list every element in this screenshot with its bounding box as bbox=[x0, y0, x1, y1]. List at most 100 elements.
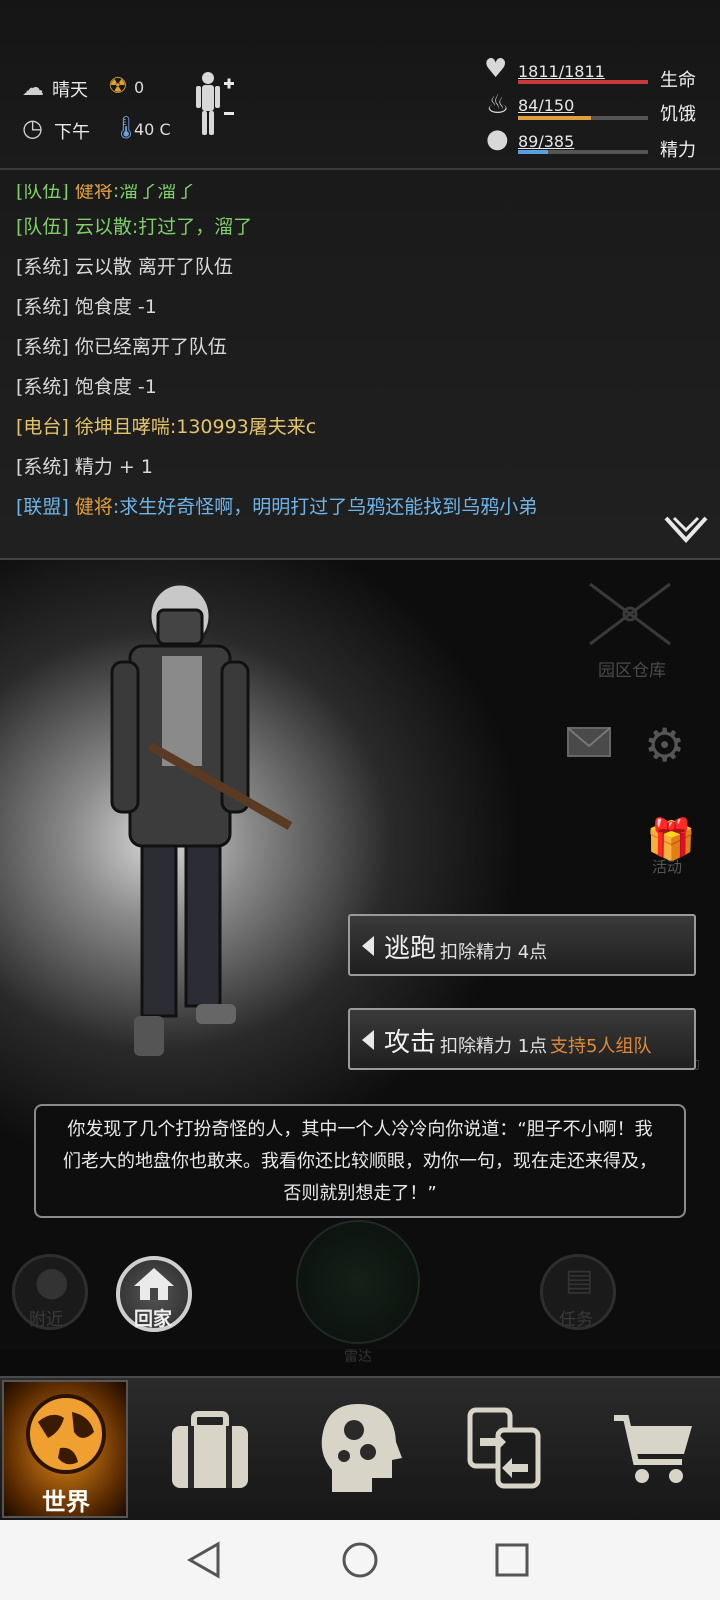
nav-trade[interactable] bbox=[466, 1404, 542, 1490]
clock-icon: ◷ bbox=[22, 114, 43, 142]
back-icon[interactable] bbox=[186, 1540, 222, 1580]
energy-bar bbox=[518, 150, 648, 154]
chat-message: [联盟] 健将:求生好奇怪啊，明明打过了乌鸦还能找到乌鸦小弟 bbox=[16, 492, 537, 519]
escape-title: 逃跑 bbox=[384, 934, 437, 964]
chat-text: 饱食度 -1 bbox=[74, 296, 157, 318]
chat-channel: [联盟] bbox=[16, 496, 69, 518]
settings-button[interactable]: ⚙ bbox=[644, 720, 694, 770]
health-value: 1811/1811 bbox=[518, 62, 605, 81]
hunger-bar-fill bbox=[518, 116, 591, 120]
hunger-label: 饥饿 bbox=[660, 104, 696, 125]
escape-button[interactable]: 逃跑 扣除精力 4点 bbox=[348, 914, 696, 976]
heart-icon: ♥ bbox=[484, 54, 508, 84]
nearby-label: 附近 bbox=[29, 1310, 63, 1330]
attack-title: 攻击 bbox=[384, 1028, 437, 1058]
attack-cost: 扣除精力 1点 bbox=[440, 1036, 548, 1057]
body-status-button[interactable] bbox=[194, 68, 244, 140]
energy-label: 精力 bbox=[660, 140, 696, 161]
chat-sender[interactable]: 徐坤且哮喘 bbox=[75, 416, 170, 438]
home-button[interactable]: 回家 bbox=[116, 1256, 192, 1332]
task-button[interactable]: ▤ 任务 bbox=[540, 1254, 616, 1330]
chat-text: :溜了溜了 bbox=[112, 180, 196, 202]
event-button[interactable]: 🎁 活动 bbox=[646, 816, 696, 880]
nearby-button[interactable]: ⬤ 附近 bbox=[12, 1254, 88, 1330]
chat-channel: [系统] bbox=[16, 456, 69, 478]
attack-team-note: 支持5人组队 bbox=[550, 1036, 652, 1057]
nav-world[interactable]: 世界 bbox=[2, 1380, 128, 1518]
dialog-line: 们老大的地盘你也敢来。我看你还比较顺眼，劝你一句，现在走还来得及， bbox=[63, 1151, 657, 1172]
cart-icon bbox=[614, 1415, 692, 1483]
chat-text: 你已经离开了队伍 bbox=[74, 336, 227, 358]
health-label: 生命 bbox=[660, 70, 696, 91]
chat-log[interactable]: [队伍] 健将:溜了溜了 [队伍] 云以散:打过了，溜了 [系统] 云以散 离开了队伍 [系… bbox=[0, 170, 720, 560]
health-bar bbox=[518, 80, 648, 84]
chat-channel: [系统] bbox=[16, 256, 69, 278]
chat-message: [队伍] 健将:溜了溜了 bbox=[16, 180, 196, 203]
radar-button[interactable]: 雷达 bbox=[296, 1220, 420, 1365]
chat-channel: [系统] bbox=[16, 296, 69, 318]
globe-icon bbox=[26, 1394, 106, 1474]
chat-sender[interactable]: 健将 bbox=[75, 184, 113, 202]
chat-channel: [队伍] bbox=[16, 180, 69, 202]
nav-backpack[interactable] bbox=[168, 1408, 252, 1492]
bottom-nav: 世界 bbox=[0, 1376, 720, 1522]
chat-message: [电台] 徐坤且哮喘:130993屠夫来c bbox=[16, 412, 316, 439]
mail-button[interactable] bbox=[566, 724, 612, 760]
warehouse-label: 园区仓库 bbox=[598, 661, 666, 681]
event-dialog: 你发现了几个打扮奇怪的人，其中一个人冷冷向你说道：“胆子不小啊！我 们老大的地盘… bbox=[34, 1104, 686, 1218]
temperature-value: 40 C bbox=[134, 120, 171, 139]
chat-text: :打过了，溜了 bbox=[131, 216, 253, 238]
chat-text: :求生好奇怪啊，明明打过了乌鸦还能找到乌鸦小弟 bbox=[112, 496, 538, 518]
task-label: 任务 bbox=[559, 1310, 593, 1330]
chat-channel: [系统] bbox=[16, 376, 69, 398]
task-list-icon: ▤ bbox=[565, 1263, 594, 1298]
system-navigation-bar bbox=[0, 1520, 720, 1600]
weather-icon: ☁ bbox=[22, 76, 44, 101]
energy-value: 89/385 bbox=[518, 132, 575, 151]
radiation-value: 0 bbox=[134, 78, 145, 97]
chat-text: 云以散 离开了队伍 bbox=[74, 256, 233, 278]
chat-message: [系统] 云以散 离开了队伍 bbox=[16, 252, 233, 279]
home-circle-icon[interactable] bbox=[340, 1540, 380, 1580]
chat-sender[interactable]: 云以散 bbox=[75, 216, 132, 238]
chevron-down-icon bbox=[664, 516, 708, 543]
escape-cost: 扣除精力 4点 bbox=[440, 942, 548, 963]
chat-message: [系统] 你已经离开了队伍 bbox=[16, 332, 227, 359]
chat-channel: [队伍] bbox=[16, 216, 69, 238]
energy-bar-fill bbox=[518, 150, 548, 154]
head-gears-icon bbox=[321, 1404, 402, 1492]
collapse-chat-button[interactable] bbox=[664, 514, 708, 544]
exchange-icon bbox=[467, 1407, 541, 1489]
radar-label: 雷达 bbox=[344, 1349, 372, 1365]
dialog-line: 你发现了几个打扮奇怪的人，其中一个人冷冷向你说道：“胆子不小啊！我 bbox=[67, 1119, 653, 1140]
nav-shop[interactable] bbox=[612, 1412, 696, 1488]
survivor-character bbox=[110, 582, 293, 1056]
nav-skills[interactable] bbox=[318, 1400, 402, 1496]
chat-channel: [电台] bbox=[16, 416, 69, 438]
hunger-value: 84/150 bbox=[518, 96, 575, 115]
gear-icon: ⚙ bbox=[644, 718, 686, 772]
chat-message: [系统] 饱食度 -1 bbox=[16, 372, 157, 399]
chat-text: 精力 + 1 bbox=[74, 456, 153, 478]
backpack-icon bbox=[172, 1411, 248, 1488]
chat-message: [系统] 饱食度 -1 bbox=[16, 292, 157, 319]
attack-button[interactable]: 攻击 扣除精力 1点 支持5人组队 bbox=[348, 1008, 696, 1070]
status-bar: ☁ 晴天 ☢ 0 ◷ 下午 🌡 40 C ♥ 1811/1811 生命 ♨ 84… bbox=[0, 0, 720, 170]
hunger-bar bbox=[518, 116, 648, 120]
chat-sender[interactable]: 健将 bbox=[75, 496, 113, 518]
chat-message: [系统] 精力 + 1 bbox=[16, 452, 153, 479]
chat-message: [队伍] 云以散:打过了，溜了 bbox=[16, 212, 252, 239]
chat-channel: [系统] bbox=[16, 336, 69, 358]
chat-text: :130993屠夫来c bbox=[169, 416, 317, 438]
warehouse-icon bbox=[589, 582, 671, 646]
arrow-left-icon bbox=[362, 1030, 374, 1050]
world-label: 世界 bbox=[42, 1488, 90, 1516]
warehouse-button[interactable]: 园区仓库 bbox=[556, 574, 702, 684]
brain-icon: ● bbox=[486, 124, 509, 154]
location-pin-icon: ⬤ bbox=[35, 1265, 69, 1300]
dialog-line: 否则就别想走了！” bbox=[283, 1183, 437, 1204]
recents-icon[interactable] bbox=[494, 1542, 530, 1578]
home-icon bbox=[134, 1268, 174, 1300]
home-label: 回家 bbox=[134, 1308, 173, 1330]
stomach-icon: ♨ bbox=[486, 90, 510, 120]
